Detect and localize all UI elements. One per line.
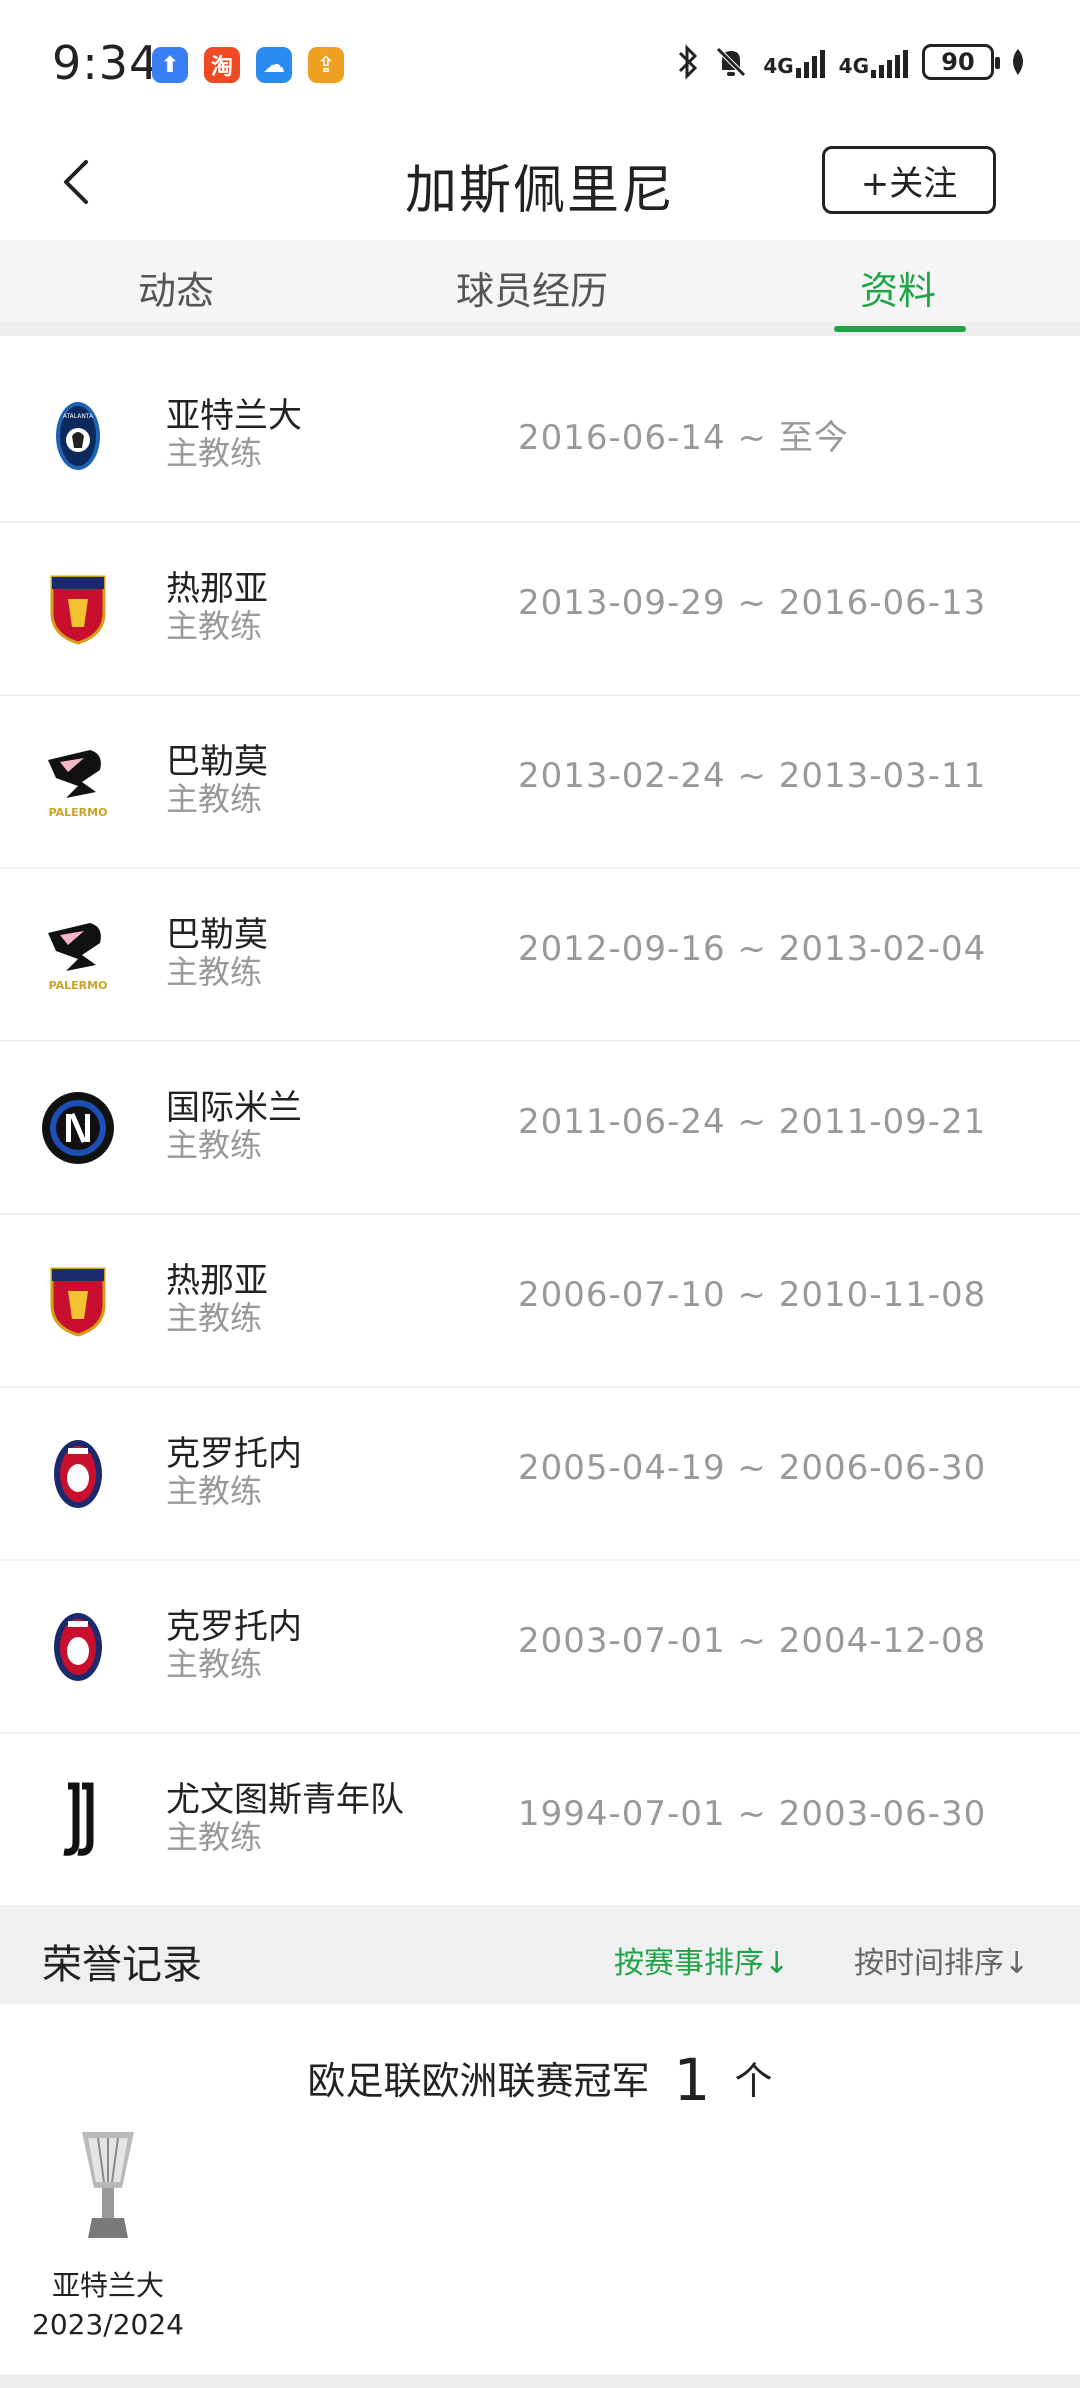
list-item[interactable]: 克罗托内 主教练 2003-07-01 ~ 2004-12-08 — [0, 1561, 1080, 1734]
tenure-dates: 2012-09-16 ~ 2013-02-04 — [518, 929, 987, 969]
competition-name: 欧足联欧洲联赛冠军 — [307, 2059, 650, 2103]
signal-sim2: 4G — [839, 46, 908, 78]
leaf-icon — [1013, 49, 1023, 75]
tenure-dates: 2006-07-10 ~ 2010-11-08 — [518, 1275, 987, 1315]
bottom-divider — [0, 2374, 1080, 2388]
top-nav-bar: 加斯佩里尼 +关注 — [0, 130, 1080, 240]
tab-news[interactable]: 动态 — [138, 260, 214, 315]
list-item[interactable]: 克罗托内 主教练 2005-04-19 ~ 2006-06-30 — [0, 1388, 1080, 1561]
active-tab-indicator — [834, 326, 966, 332]
tenure-dates: 2011-06-24 ~ 2011-09-21 — [518, 1102, 987, 1142]
status-app-icons: ⬆ 淘 ☁ ⇪ — [152, 47, 344, 83]
signal-sim1: 4G — [763, 46, 825, 78]
role-label: 主教练 — [166, 780, 263, 818]
follow-button[interactable]: +关注 — [822, 146, 996, 214]
network-type-label: 4G — [838, 54, 869, 78]
role-label: 主教练 — [166, 607, 263, 645]
atalanta-logo-text: ATALANTA — [63, 413, 94, 420]
bell-muted-icon — [716, 47, 747, 77]
tenure-dates: 2013-02-24 ~ 2013-03-11 — [518, 756, 987, 796]
role-label: 主教练 — [166, 1299, 263, 1337]
inter-logo-icon — [42, 1092, 114, 1164]
list-item[interactable]: 热那亚 主教练 2006-07-10 ~ 2010-11-08 — [0, 1215, 1080, 1388]
role-label: 主教练 — [166, 434, 263, 472]
tenure-dates: 2013-09-29 ~ 2016-06-13 — [518, 583, 987, 623]
status-indicators: 4G 4G 90 — [677, 44, 1028, 80]
list-item[interactable]: 国际米兰 主教练 2011-06-24 ~ 2011-09-21 — [0, 1042, 1080, 1215]
honors-section: 欧足联欧洲联赛冠军 1 个 亚特兰大 2023/2024 — [0, 2004, 1080, 2372]
genoa-logo-icon — [50, 1267, 106, 1337]
atalanta-logo-icon: ATALANTA — [56, 402, 100, 470]
sort-by-competition-button[interactable]: 按赛事排序↓ — [614, 1938, 789, 1982]
honor-title-line: 欧足联欧洲联赛冠军 1 个 — [0, 2046, 1080, 2114]
bluetooth-icon — [679, 44, 698, 80]
honors-section-header: 荣誉记录 按赛事排序↓ 按时间排序↓ — [0, 1906, 1080, 2004]
europa-league-trophy-icon[interactable] — [76, 2128, 140, 2244]
palermo-logo-text: PALERMO — [49, 979, 108, 992]
tab-profile[interactable]: 资料 — [860, 260, 936, 315]
role-label: 主教练 — [166, 953, 263, 991]
list-item[interactable]: PALERMO 巴勒莫 主教练 2012-09-16 ~ 2013-02-04 — [0, 869, 1080, 1042]
signal-bars-icon — [871, 46, 908, 78]
honor-count: 1 — [673, 2046, 711, 2114]
role-label: 主教练 — [166, 1818, 263, 1856]
coaching-history-list: ATALANTA 亚特兰大 主教练 2016-06-14 ~ 至今 热那亚 主教… — [0, 350, 1080, 1907]
app-upload-icon: ⬆ — [152, 47, 188, 83]
signal-bars-icon — [795, 46, 825, 78]
tenure-dates: 2005-04-19 ~ 2006-06-30 — [518, 1448, 987, 1488]
crotone-logo-icon — [54, 1613, 102, 1681]
tab-bar: 动态 球员经历 资料 — [0, 240, 1080, 336]
status-time: 9:34 — [52, 36, 160, 90]
battery-level: 90 — [941, 48, 975, 76]
role-label: 主教练 — [166, 1645, 263, 1683]
palermo-logo-icon: PALERMO — [48, 923, 108, 992]
role-label: 主教练 — [166, 1472, 263, 1510]
list-item[interactable]: 热那亚 主教练 2013-09-29 ~ 2016-06-13 — [0, 523, 1080, 696]
honor-unit: 个 — [734, 2059, 773, 2103]
role-label: 主教练 — [166, 1126, 263, 1164]
palermo-logo-text: PALERMO — [49, 806, 108, 819]
trophy-season: 2023/2024 — [32, 2308, 184, 2341]
sort-by-time-button[interactable]: 按时间排序↓ — [854, 1938, 1029, 1982]
list-item[interactable]: PALERMO 巴勒莫 主教练 2013-02-24 ~ 2013-03-11 — [0, 696, 1080, 869]
status-bar: 9:34 ⬆ 淘 ☁ ⇪ 4G 4G 90 — [0, 0, 1080, 130]
taobao-icon: 淘 — [204, 47, 240, 83]
app-tool-icon: ⇪ — [308, 47, 344, 83]
palermo-logo-icon: PALERMO — [48, 750, 108, 819]
tenure-dates: 2016-06-14 ~ 至今 — [518, 418, 849, 458]
genoa-logo-icon — [50, 575, 106, 645]
weather-icon: ☁ — [256, 47, 292, 83]
battery-icon: 90 — [922, 44, 1000, 80]
tab-player-career[interactable]: 球员经历 — [456, 260, 608, 315]
juventus-logo-icon — [63, 1782, 94, 1856]
tenure-dates: 1994-07-01 ~ 2003-06-30 — [518, 1794, 987, 1834]
list-item[interactable]: ATALANTA 亚特兰大 主教练 2016-06-14 ~ 至今 — [0, 350, 1080, 523]
crotone-logo-icon — [54, 1440, 102, 1508]
list-item[interactable]: 尤文图斯青年队 主教练 1994-07-01 ~ 2003-06-30 — [0, 1734, 1080, 1907]
trophy-club: 亚特兰大 — [51, 2269, 164, 2302]
tenure-dates: 2003-07-01 ~ 2004-12-08 — [518, 1621, 987, 1661]
network-type-label: 4G — [763, 54, 794, 78]
honors-title: 荣誉记录 — [42, 1942, 202, 1988]
